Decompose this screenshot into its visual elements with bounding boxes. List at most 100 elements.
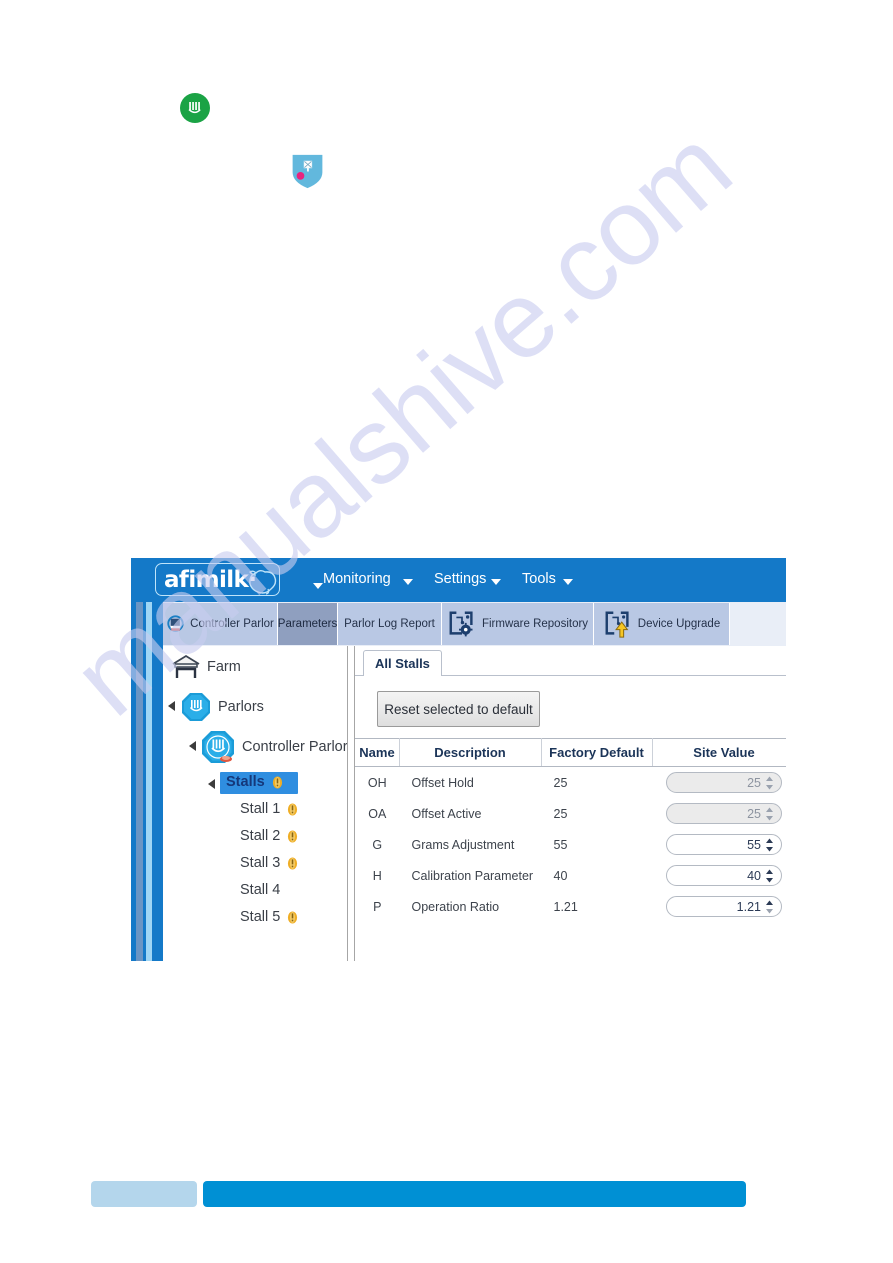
cell-description: Operation Ratio xyxy=(411,899,500,914)
cell-description: Offset Active xyxy=(411,806,482,821)
tree-item-farm-label: Farm xyxy=(207,659,241,675)
table-row[interactable]: P Operation Ratio 1.21 1.21 xyxy=(355,891,786,922)
tree-item-controller-parlor[interactable]: Controller Parlor xyxy=(201,730,348,764)
tab-firmware-repository[interactable]: Firmware Repository xyxy=(442,603,594,645)
menu-tools[interactable]: Tools xyxy=(522,571,556,587)
left-rail-stripe-3 xyxy=(154,602,162,961)
spinner-arrows-icon[interactable] xyxy=(765,868,774,883)
column-header-site-value[interactable]: Site Value xyxy=(652,738,786,767)
spinner-arrows-icon[interactable] xyxy=(765,806,774,821)
cell-description: Calibration Parameter xyxy=(411,868,534,883)
table-row[interactable]: OH Offset Hold 25 25 xyxy=(355,767,786,799)
site-value-text: 1.21 xyxy=(736,899,761,914)
controller-parlor-icon xyxy=(167,614,184,632)
navigation-tree: Farm Parlors Controller Parlor Stalls St… xyxy=(163,646,348,961)
tree-item-farm[interactable]: Farm xyxy=(171,654,241,680)
site-value-text: 25 xyxy=(747,806,761,821)
tree-item-stall-3[interactable]: Stall 3 xyxy=(240,855,298,871)
spinner-arrows-icon[interactable] xyxy=(765,837,774,852)
afimilk-app-window: afimilk· Monitoring Settings Tools Contr… xyxy=(131,558,786,961)
cell-description: Grams Adjustment xyxy=(411,837,515,852)
reset-selected-to-default-button[interactable]: Reset selected to default xyxy=(377,691,540,727)
site-value-text: 25 xyxy=(747,775,761,790)
spinner-arrows-icon[interactable] xyxy=(765,899,774,914)
tree-item-controller-parlor-label: Controller Parlor xyxy=(242,739,348,755)
cell-factory-default: 25 xyxy=(553,806,568,821)
warning-icon xyxy=(288,803,298,815)
cell-factory-default: 55 xyxy=(553,837,568,852)
tree-item-stall-2[interactable]: Stall 2 xyxy=(240,828,298,844)
site-value-spinner[interactable]: 1.21 xyxy=(666,896,782,917)
subtab-strip: All Stalls xyxy=(355,646,786,676)
tab-firmware-repository-label: Firmware Repository xyxy=(481,618,589,630)
cell-factory-default: 25 xyxy=(553,775,568,790)
site-value-text: 40 xyxy=(747,868,761,883)
cell-name: P xyxy=(373,899,382,914)
milking-cluster-green-badge-icon xyxy=(180,93,210,123)
left-rail xyxy=(131,558,163,961)
tree-item-stalls[interactable]: Stalls xyxy=(226,774,283,790)
parlor-icon xyxy=(182,693,210,721)
menu-monitoring[interactable]: Monitoring xyxy=(323,571,391,587)
tree-item-stall-4[interactable]: Stall 4 xyxy=(240,882,280,898)
footer-bar-left xyxy=(91,1181,197,1207)
warning-icon xyxy=(288,857,298,869)
tree-expander-parlors[interactable] xyxy=(168,701,175,711)
tree-expander-stalls[interactable] xyxy=(208,779,215,789)
tree-item-parlors[interactable]: Parlors xyxy=(181,692,264,722)
menu-settings[interactable]: Settings xyxy=(434,571,486,587)
tree-item-stall-1-label: Stall 1 xyxy=(240,801,281,817)
panel-splitter[interactable] xyxy=(347,646,355,961)
afimilk-logo[interactable]: afimilk· xyxy=(155,563,323,596)
subtab-all-stalls[interactable]: All Stalls xyxy=(363,650,442,676)
column-header-name[interactable]: Name xyxy=(355,738,400,767)
table-row[interactable]: OA Offset Active 25 25 xyxy=(355,798,786,829)
tree-item-stall-1[interactable]: Stall 1 xyxy=(240,801,298,817)
site-value-spinner[interactable]: 55 xyxy=(666,834,782,855)
tree-item-stall-3-label: Stall 3 xyxy=(240,855,281,871)
shield-alert-badge-icon xyxy=(290,153,325,190)
cow-head-icon xyxy=(249,570,277,595)
tree-item-parlors-label: Parlors xyxy=(218,699,264,715)
cell-name: H xyxy=(372,868,382,883)
menu-settings-chevron-down-icon[interactable] xyxy=(491,579,501,585)
tab-device-upgrade[interactable]: Device Upgrade xyxy=(594,603,730,645)
column-header-description[interactable]: Description xyxy=(399,738,542,767)
tab-controller-parlor[interactable]: Controller Parlor xyxy=(163,603,278,645)
site-value-spinner[interactable]: 25 xyxy=(666,803,782,824)
cell-name: OA xyxy=(368,806,387,821)
barn-icon xyxy=(172,654,200,678)
warning-icon xyxy=(288,911,298,923)
left-rail-stripe-2 xyxy=(146,602,152,961)
column-header-factory-default[interactable]: Factory Default xyxy=(541,738,653,767)
site-value-spinner[interactable]: 40 xyxy=(666,865,782,886)
left-rail-stripe-1 xyxy=(136,602,143,961)
site-value-spinner[interactable]: 25 xyxy=(666,772,782,793)
table-row[interactable]: G Grams Adjustment 55 55 xyxy=(355,829,786,860)
shield-shape xyxy=(292,154,323,189)
table-header-row: Name Description Factory Default Site Va… xyxy=(355,738,786,767)
menu-monitoring-chevron-down-icon[interactable] xyxy=(403,579,413,585)
app-body: Farm Parlors Controller Parlor Stalls St… xyxy=(163,646,786,961)
tab-parameters-label: Parameters xyxy=(277,618,338,630)
cell-description: Offset Hold xyxy=(411,775,474,790)
tab-parlor-log-report[interactable]: Parlor Log Report xyxy=(338,603,442,645)
tree-item-stalls-label: Stalls xyxy=(226,774,265,790)
cell-name: G xyxy=(372,837,383,852)
table-row[interactable]: H Calibration Parameter 40 40 xyxy=(355,860,786,891)
tree-expander-controller-parlor[interactable] xyxy=(189,741,196,751)
tree-item-stall-5[interactable]: Stall 5 xyxy=(240,909,298,925)
parameters-content-panel: All Stalls Reset selected to default Nam… xyxy=(355,646,786,961)
spinner-arrows-icon[interactable] xyxy=(765,775,774,790)
tab-device-upgrade-label: Device Upgrade xyxy=(637,618,721,630)
menu-tools-chevron-down-icon[interactable] xyxy=(563,579,573,585)
footer-bar-right xyxy=(203,1181,746,1207)
ribbon-tab-strip: Controller Parlor Parameters Parlor Log … xyxy=(163,602,786,646)
tab-parameters[interactable]: Parameters xyxy=(278,603,338,645)
controller-parlor-node-icon xyxy=(202,731,234,763)
tree-item-stall-5-label: Stall 5 xyxy=(240,909,281,925)
cell-factory-default: 40 xyxy=(553,868,568,883)
afimilk-logo-text: afimilk· xyxy=(164,567,257,593)
cell-name: OH xyxy=(367,775,387,790)
logo-chevron-down-icon[interactable] xyxy=(313,583,323,589)
